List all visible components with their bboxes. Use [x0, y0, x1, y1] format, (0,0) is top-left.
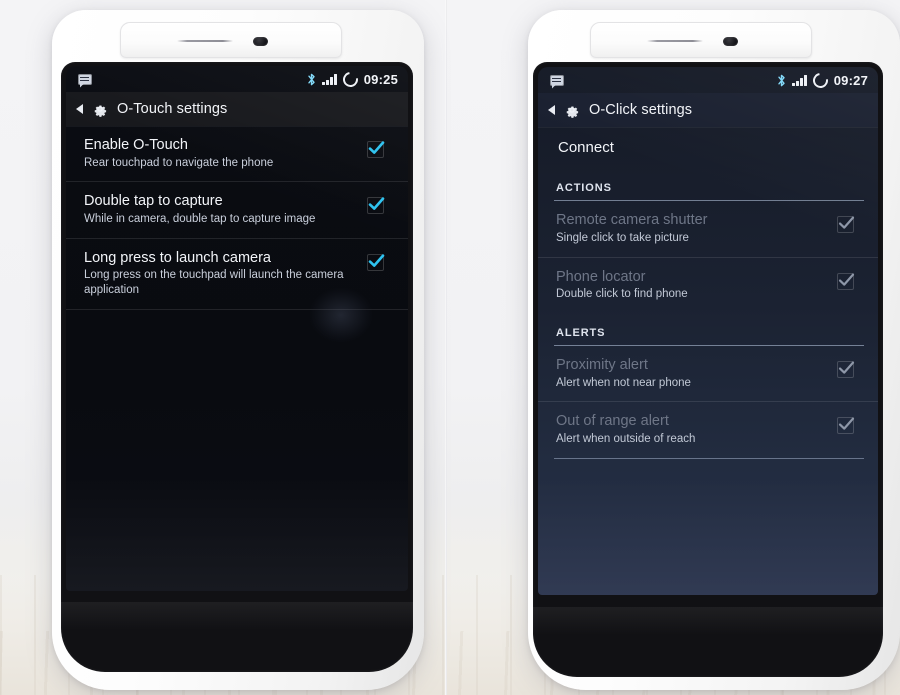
- setting-title: Remote camera shutter: [556, 212, 708, 229]
- right-action-bar-title: O-Click settings: [589, 102, 693, 118]
- section-header-actions: ACTIONS: [556, 182, 612, 195]
- connect-label: Connect: [558, 139, 614, 156]
- left-status-bar: 09:25: [66, 66, 408, 92]
- setting-checkbox[interactable]: [837, 361, 855, 379]
- gear-icon: [563, 101, 581, 119]
- setting-checkbox[interactable]: [367, 141, 385, 158]
- setting-row-enable-o-touch[interactable]: Enable O-Touch Rear touchpad to navigate…: [66, 126, 408, 181]
- right-phone-chin: [533, 607, 883, 677]
- setting-row-double-tap-to-capture[interactable]: Double tap to capture While in camera, d…: [66, 181, 408, 237]
- left-phone-screen[interactable]: 09:25 O-Touch settings Enable O-Touch Re…: [66, 66, 408, 591]
- setting-title: Proximity alert: [556, 357, 648, 374]
- signal-bars-icon: [792, 74, 807, 86]
- left-action-bar-title: O-Touch settings: [117, 101, 228, 117]
- camera-lens-icon: [723, 37, 738, 46]
- left-phone-chin: [61, 602, 413, 672]
- setting-checkbox[interactable]: [367, 197, 385, 215]
- bluetooth-icon: [777, 74, 786, 87]
- section-header-alerts: ALERTS: [556, 327, 606, 340]
- left-settings-list: Enable O-Touch Rear touchpad to navigate…: [66, 126, 408, 310]
- earpiece-slit: [647, 40, 703, 42]
- camera-lens-icon: [253, 37, 268, 46]
- setting-title: Out of range alert: [556, 413, 669, 430]
- setting-subtitle: Double click to find phone: [556, 288, 688, 301]
- chevron-left-icon[interactable]: [76, 104, 83, 114]
- photo-seam-divider: [445, 0, 447, 695]
- signal-bars-icon: [322, 73, 337, 85]
- right-action-bar: O-Click settings: [538, 93, 878, 127]
- setting-subtitle: Single click to take picture: [556, 231, 689, 244]
- left-phone: 09:25 O-Touch settings Enable O-Touch Re…: [52, 10, 424, 690]
- gear-icon: [91, 100, 109, 118]
- setting-checkbox[interactable]: [837, 216, 855, 234]
- status-bar-clock: 09:25: [363, 71, 398, 87]
- status-bar-clock: 09:27: [833, 72, 868, 88]
- screen-reflection-smudge: [310, 288, 372, 342]
- message-icon: [550, 74, 564, 86]
- right-phone: 09:27 O-Click settings Connect ACTIONS R…: [528, 10, 900, 690]
- setting-subtitle: While in camera, double tap to capture i…: [84, 213, 316, 226]
- screenshot-stage: 09:25 O-Touch settings Enable O-Touch Re…: [0, 0, 900, 695]
- connect-row[interactable]: Connect: [538, 127, 878, 168]
- setting-title: Enable O-Touch: [84, 137, 188, 153]
- setting-checkbox[interactable]: [367, 253, 385, 271]
- setting-row-out-of-range-alert[interactable]: Out of range alert Alert when outside of…: [538, 401, 878, 457]
- left-action-bar: O-Touch settings: [66, 92, 408, 126]
- setting-subtitle: Alert when outside of reach: [556, 433, 696, 446]
- setting-subtitle: Rear touchpad to navigate the phone: [84, 156, 274, 169]
- setting-checkbox[interactable]: [837, 272, 855, 290]
- setting-title: Double tap to capture: [84, 193, 223, 210]
- alarm-icon: [339, 68, 361, 90]
- setting-title: Phone locator: [556, 268, 646, 285]
- right-status-bar: 09:27: [538, 67, 878, 93]
- setting-row-proximity-alert[interactable]: Proximity alert Alert when not near phon…: [538, 346, 878, 401]
- bluetooth-icon: [307, 73, 316, 86]
- list-bottom-divider: [554, 457, 864, 459]
- earpiece-slit: [177, 40, 233, 42]
- message-icon: [78, 73, 92, 85]
- setting-subtitle: Alert when not near phone: [556, 376, 691, 389]
- right-phone-rotating-camera-module: [590, 22, 812, 58]
- setting-row-phone-locator[interactable]: Phone locator Double click to find phone: [538, 256, 878, 313]
- setting-checkbox[interactable]: [837, 417, 855, 435]
- setting-row-remote-camera-shutter[interactable]: Remote camera shutter Single click to ta…: [538, 201, 878, 256]
- right-phone-screen[interactable]: 09:27 O-Click settings Connect ACTIONS R…: [538, 67, 878, 595]
- chevron-left-icon[interactable]: [548, 105, 555, 115]
- left-phone-rotating-camera-module: [120, 22, 342, 58]
- alarm-icon: [809, 69, 831, 91]
- setting-title: Long press to launch camera: [84, 249, 271, 266]
